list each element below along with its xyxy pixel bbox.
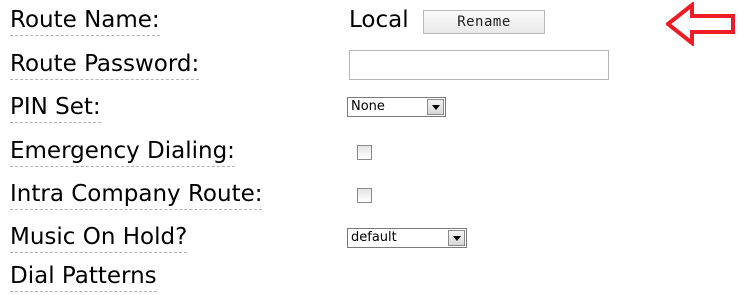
dropdown-arrow-icon bbox=[448, 230, 465, 246]
rename-button[interactable]: Rename bbox=[423, 10, 545, 34]
intra-company-route-label: Intra Company Route: bbox=[10, 180, 263, 210]
music-on-hold-label: Music On Hold? bbox=[10, 223, 188, 253]
route-password-label: Route Password: bbox=[10, 50, 200, 80]
route-name-value: Local bbox=[349, 7, 409, 33]
dial-patterns-label: Dial Patterns bbox=[10, 262, 157, 292]
left-arrow-icon bbox=[666, 2, 735, 46]
music-on-hold-select[interactable]: default bbox=[347, 228, 467, 248]
route-name-label: Route Name: bbox=[10, 6, 160, 36]
emergency-dialing-label: Emergency Dialing: bbox=[10, 137, 235, 167]
pin-set-label: PIN Set: bbox=[10, 93, 101, 123]
pin-set-select[interactable]: None bbox=[347, 97, 446, 117]
emergency-dialing-checkbox[interactable] bbox=[357, 145, 372, 160]
pin-set-selected-value: None bbox=[351, 99, 385, 114]
route-password-input[interactable] bbox=[349, 50, 609, 80]
music-on-hold-selected-value: default bbox=[351, 230, 397, 245]
dropdown-arrow-icon bbox=[427, 99, 444, 115]
intra-company-route-checkbox[interactable] bbox=[357, 188, 372, 203]
